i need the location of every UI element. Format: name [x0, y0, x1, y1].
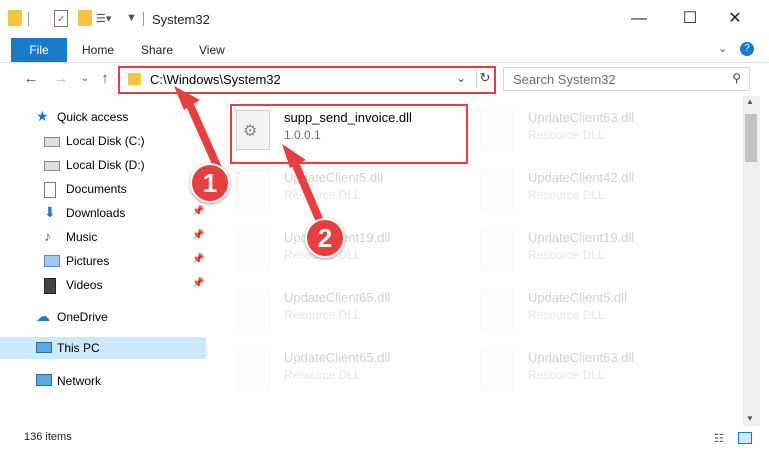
- arrow-2-head: [282, 144, 306, 168]
- callout-1: 1: [190, 163, 230, 203]
- arrow-2: [288, 152, 326, 230]
- arrow-1-head: [174, 86, 200, 110]
- callout-2: 2: [305, 218, 345, 258]
- annotation-arrows: [174, 86, 326, 230]
- arrow-1: [182, 92, 222, 172]
